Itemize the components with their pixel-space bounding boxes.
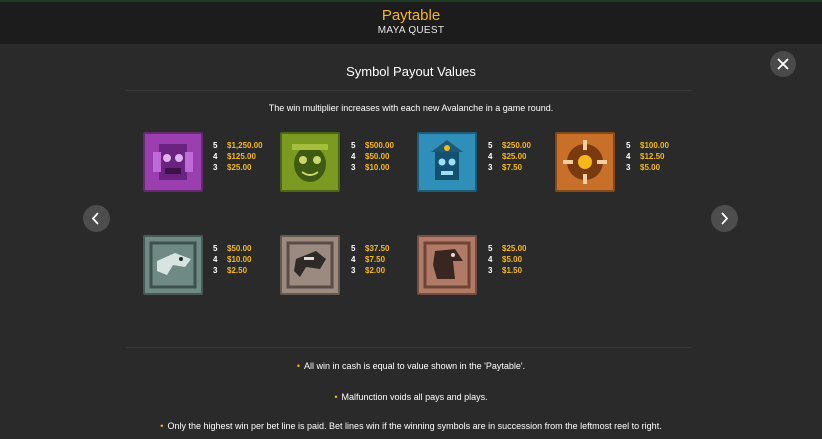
divider-top	[126, 90, 692, 91]
paytable-stone-eagle: 5 $25.00 4 $5.00 3 $1.50	[488, 244, 527, 275]
paytable-blue-mask: 5 $250.00 4 $25.00 3 $7.50	[488, 141, 531, 172]
divider-bottom	[126, 347, 692, 348]
purple-mask-icon	[153, 144, 193, 180]
paytable-green-mask: 5 $500.00 4 $50.00 3 $10.00	[351, 141, 394, 172]
chevron-left-icon	[91, 212, 99, 225]
blue-mask-symbol	[417, 132, 477, 192]
rule-item: • Only the highest win per bet line is pa…	[160, 421, 662, 431]
stone-serpent-symbol	[143, 235, 203, 295]
paytable-orange-calendar: 5 $100.00 4 $12.50 3 $5.00	[626, 141, 669, 172]
stone-eagle-symbol	[417, 235, 477, 295]
rule-item: • Malfunction voids all pays and plays.	[334, 392, 488, 402]
eagle-glyph-icon	[423, 241, 471, 289]
page-title: Paytable	[381, 7, 441, 24]
serpent-glyph-icon	[149, 241, 197, 289]
stone-jaguar-symbol	[280, 235, 340, 295]
blue-mask-icon	[431, 140, 463, 180]
game-name: MAYA QUEST	[377, 25, 445, 36]
green-mask-symbol	[280, 132, 340, 192]
multiplier-note: The win multiplier increases with each n…	[268, 103, 554, 113]
sun-calendar-icon	[563, 140, 607, 184]
next-page-button[interactable]	[711, 205, 738, 232]
green-mask-icon	[292, 144, 328, 182]
orange-calendar-symbol	[555, 132, 615, 192]
prev-page-button[interactable]	[83, 205, 110, 232]
purple-mask-symbol	[143, 132, 203, 192]
paytable-stone-jaguar: 5 $37.50 4 $7.50 3 $2.00	[351, 244, 390, 275]
paytable-stone-serpent: 5 $50.00 4 $10.00 3 $2.50	[213, 244, 252, 275]
paytable-purple-mask: 5 $1,250.00 4 $125.00 3 $25.00	[213, 141, 263, 172]
chevron-right-icon	[721, 212, 729, 225]
jaguar-glyph-icon	[286, 241, 334, 289]
section-title: Symbol Payout Values	[346, 64, 476, 79]
rule-item: • All win in cash is equal to value shown…	[296, 361, 526, 371]
